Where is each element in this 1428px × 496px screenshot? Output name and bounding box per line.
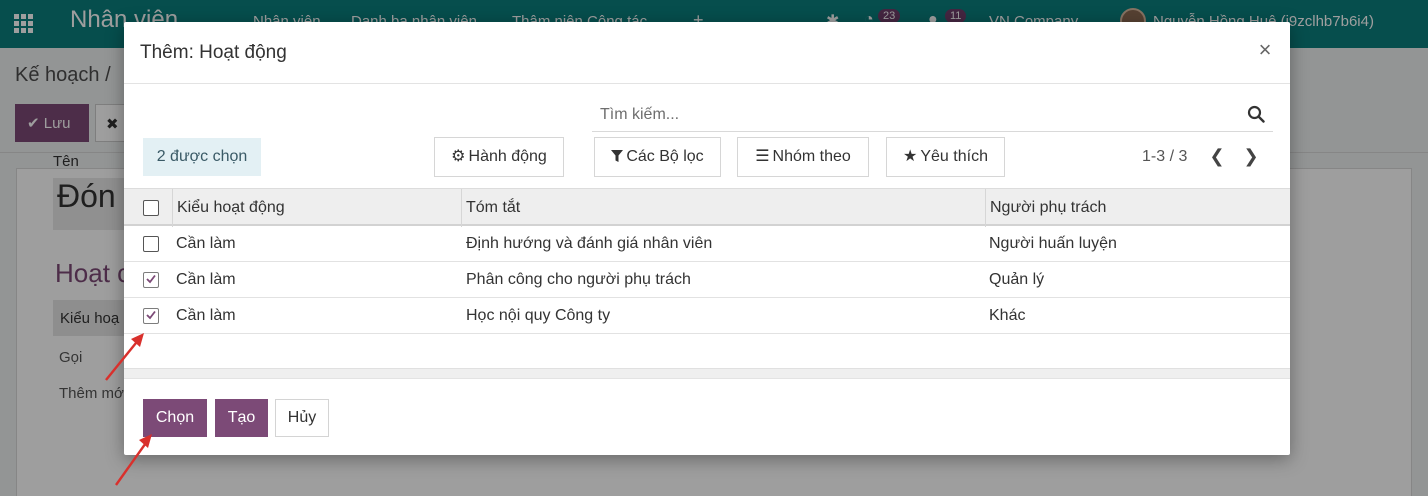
row-summary: Định hướng và đánh giá nhân viên [466, 235, 713, 252]
row-type: Cần làm [176, 235, 236, 252]
filters-label: Các Bộ lọc [626, 148, 704, 165]
checkmark-icon [146, 310, 156, 320]
actions-label: Hành động [468, 148, 547, 166]
actions-button[interactable]: ⚙ Hành động [434, 137, 564, 177]
select-all-checkbox[interactable] [143, 200, 159, 216]
row-type: Cần làm [176, 271, 236, 288]
checkmark-icon [146, 274, 156, 284]
row-type: Cần làm [176, 307, 236, 324]
annotation-arrow-icon [105, 333, 144, 381]
column-header-summary[interactable]: Tóm tắt [466, 199, 520, 217]
pager-previous-icon[interactable]: ❮ [1207, 146, 1227, 166]
pager-value[interactable]: 1-3 / 3 [1142, 148, 1187, 166]
row-checkbox[interactable] [143, 272, 159, 288]
column-header-assignee[interactable]: Người phụ trách [990, 199, 1106, 217]
row-assignee: Người huấn luyện [989, 235, 1117, 252]
list-footer-bar [124, 368, 1290, 378]
table-row[interactable]: Cần làm Phân công cho người phụ trách Qu… [124, 263, 1290, 298]
search-bar [592, 98, 1273, 132]
group-by-button[interactable]: ☰ Nhóm theo [737, 137, 869, 177]
table-row[interactable]: Cần làm Học nội quy Công ty Khác [124, 299, 1290, 334]
row-checkbox[interactable] [143, 308, 159, 324]
star-icon: ★ [903, 148, 918, 165]
group-by-label: Nhóm theo [772, 148, 851, 166]
modal-header: Thêm: Hoạt động × [124, 22, 1290, 84]
row-assignee: Quản lý [989, 271, 1045, 288]
close-icon[interactable]: × [1254, 38, 1276, 62]
bars-icon: ☰ [755, 148, 770, 165]
column-separator [461, 189, 462, 227]
row-summary: Phân công cho người phụ trách [466, 271, 691, 288]
favorites-label: Yêu thích [920, 148, 988, 166]
column-header-type[interactable]: Kiểu hoạt động [177, 199, 285, 217]
search-input[interactable] [592, 98, 1232, 131]
column-separator [172, 189, 173, 227]
filter-icon [611, 150, 624, 163]
filters-button[interactable]: Các Bộ lọc [594, 137, 721, 177]
row-summary: Học nội quy Công ty [466, 307, 611, 324]
modal-footer: Chọn Tạo Hủy [124, 378, 1290, 455]
row-checkbox[interactable] [143, 236, 159, 252]
row-assignee: Khác [989, 307, 1026, 324]
add-activity-dialog: Thêm: Hoạt động × 2 được chọn ⚙Hành động… [124, 22, 1290, 455]
search-icon[interactable] [1247, 105, 1265, 123]
pager-next-icon[interactable]: ❯ [1241, 146, 1261, 166]
cancel-button[interactable]: Hủy [275, 399, 329, 437]
selected-count: 2 được chọn [143, 138, 261, 176]
favorites-button[interactable]: ★ Yêu thích [886, 137, 1005, 177]
list-header: Kiểu hoạt động Tóm tắt Người phụ trách [124, 188, 1290, 227]
column-separator [985, 189, 986, 227]
modal-title: Thêm: Hoạt động [140, 42, 287, 63]
annotation-arrow-icon [115, 434, 152, 486]
table-row[interactable]: Cần làm Định hướng và đánh giá nhân viên… [124, 227, 1290, 262]
gear-icon: ⚙ [451, 148, 466, 165]
create-button[interactable]: Tạo [215, 399, 268, 437]
